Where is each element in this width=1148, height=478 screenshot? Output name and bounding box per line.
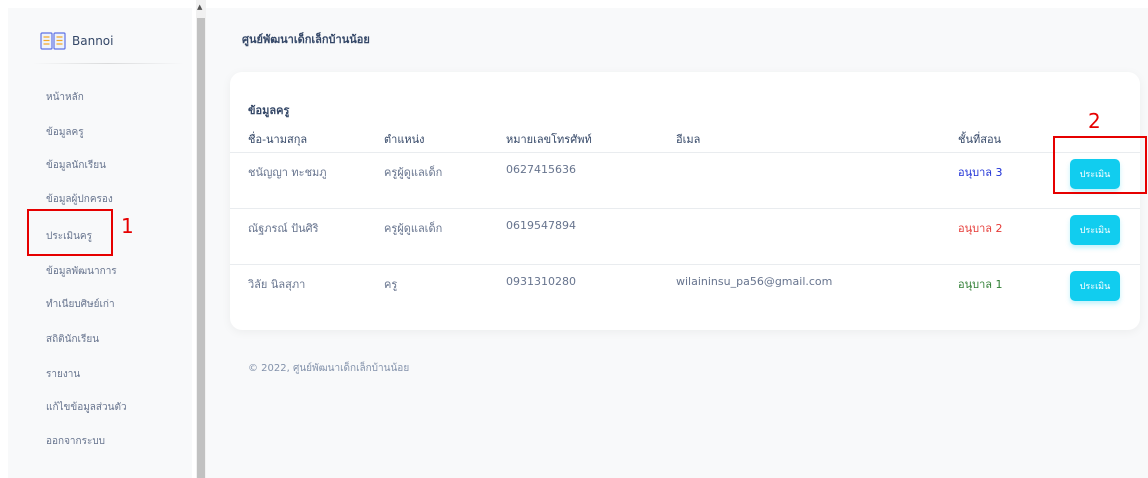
sidebar-item-development[interactable]: ข้อมูลพัฒนาการ — [46, 264, 117, 279]
scroll-thumb[interactable] — [197, 18, 205, 478]
teacher-table-card: ข้อมูลครู ชื่อ-นามสกุล ตำแหน่ง หมายเลขโท… — [230, 72, 1140, 330]
book-icon — [40, 32, 66, 50]
page-title: ศูนย์พัฒนาเด็กเล็กบ้านน้อย — [242, 33, 370, 46]
table-row: ณัฐภรณ์ ปันศิริ ครูผู้ดูแลเด็ก 061954789… — [230, 208, 1140, 264]
level-word: อนุบาล — [958, 278, 993, 291]
sidebar-item-alumni[interactable]: ทำเนียบศิษย์เก่า — [46, 297, 115, 312]
evaluate-button[interactable]: ประเมิน — [1070, 215, 1120, 245]
row-position: ครูผู้ดูแลเด็ก — [384, 222, 443, 235]
column-header-phone: หมายเลขโทรศัพท์ — [506, 133, 592, 146]
card-title: ข้อมูลครู — [248, 104, 290, 117]
row-level: อนุบาล 3 — [958, 163, 1003, 181]
row-phone: 0931310280 — [506, 275, 576, 288]
sidebar-item-logout[interactable]: ออกจากระบบ — [46, 434, 105, 449]
brand-name: Bannoi — [72, 34, 114, 48]
row-name: วิลัย นิลสุภา — [248, 278, 306, 291]
sidebar-item-statistics[interactable]: สถิตินักเรียน — [46, 332, 99, 347]
column-header-position: ตำแหน่ง — [384, 133, 425, 146]
sidebar-item-reports[interactable]: รายงาน — [46, 367, 80, 382]
column-header-level: ชั้นที่สอน — [958, 133, 1002, 146]
footer-copyright: © 2022, ศูนย์พัฒนาเด็กเล็กบ้านน้อย — [248, 363, 410, 374]
row-name: ณัฐภรณ์ ปันศิริ — [248, 222, 319, 235]
table-row: วิลัย นิลสุภา ครู 0931310280 wilaininsu_… — [230, 264, 1140, 320]
row-email: wilaininsu_pa56@gmail.com — [676, 275, 833, 288]
level-number: 3 — [995, 166, 1003, 179]
scroll-up-arrow-icon[interactable]: ▲ — [197, 4, 202, 11]
row-level: อนุบาล 1 — [958, 275, 1003, 293]
level-word: อนุบาล — [958, 222, 993, 235]
annotation-box-sidebar — [27, 209, 113, 256]
row-position: ครูผู้ดูแลเด็ก — [384, 166, 443, 179]
sidebar-divider — [32, 63, 184, 64]
annotation-box-button — [1053, 136, 1147, 194]
annotation-number-1: 1 — [121, 214, 134, 238]
scrollbar[interactable]: ▲ — [196, 0, 206, 478]
sidebar-item-students[interactable]: ข้อมูลนักเรียน — [46, 158, 106, 173]
row-name: ชนัญญา ทะชมภู — [248, 166, 327, 179]
sidebar-item-teachers[interactable]: ข้อมูลครู — [46, 125, 84, 140]
row-position: ครู — [384, 278, 398, 291]
row-phone: 0619547894 — [506, 219, 576, 232]
level-number: 1 — [995, 278, 1003, 291]
level-number: 2 — [995, 222, 1003, 235]
sidebar-item-edit-profile[interactable]: แก้ไขข้อมูลส่วนตัว — [46, 400, 127, 415]
annotation-number-2: 2 — [1088, 109, 1101, 133]
brand[interactable]: Bannoi — [40, 32, 113, 50]
sidebar-item-home[interactable]: หน้าหลัก — [46, 90, 84, 105]
level-word: อนุบาล — [958, 166, 993, 179]
evaluate-button[interactable]: ประเมิน — [1070, 271, 1120, 301]
main-content: ศูนย์พัฒนาเด็กเล็กบ้านน้อย ข้อมูลครู ชื่… — [206, 8, 1148, 478]
row-level: อนุบาล 2 — [958, 219, 1003, 237]
column-header-name: ชื่อ-นามสกุล — [248, 133, 308, 146]
table-row: ชนัญญา ทะชมภู ครูผู้ดูแลเด็ก 0627415636 … — [230, 152, 1140, 208]
sidebar-item-parents[interactable]: ข้อมูลผู้ปกครอง — [46, 192, 113, 207]
row-phone: 0627415636 — [506, 163, 576, 176]
column-header-email: อีเมล — [676, 133, 701, 146]
